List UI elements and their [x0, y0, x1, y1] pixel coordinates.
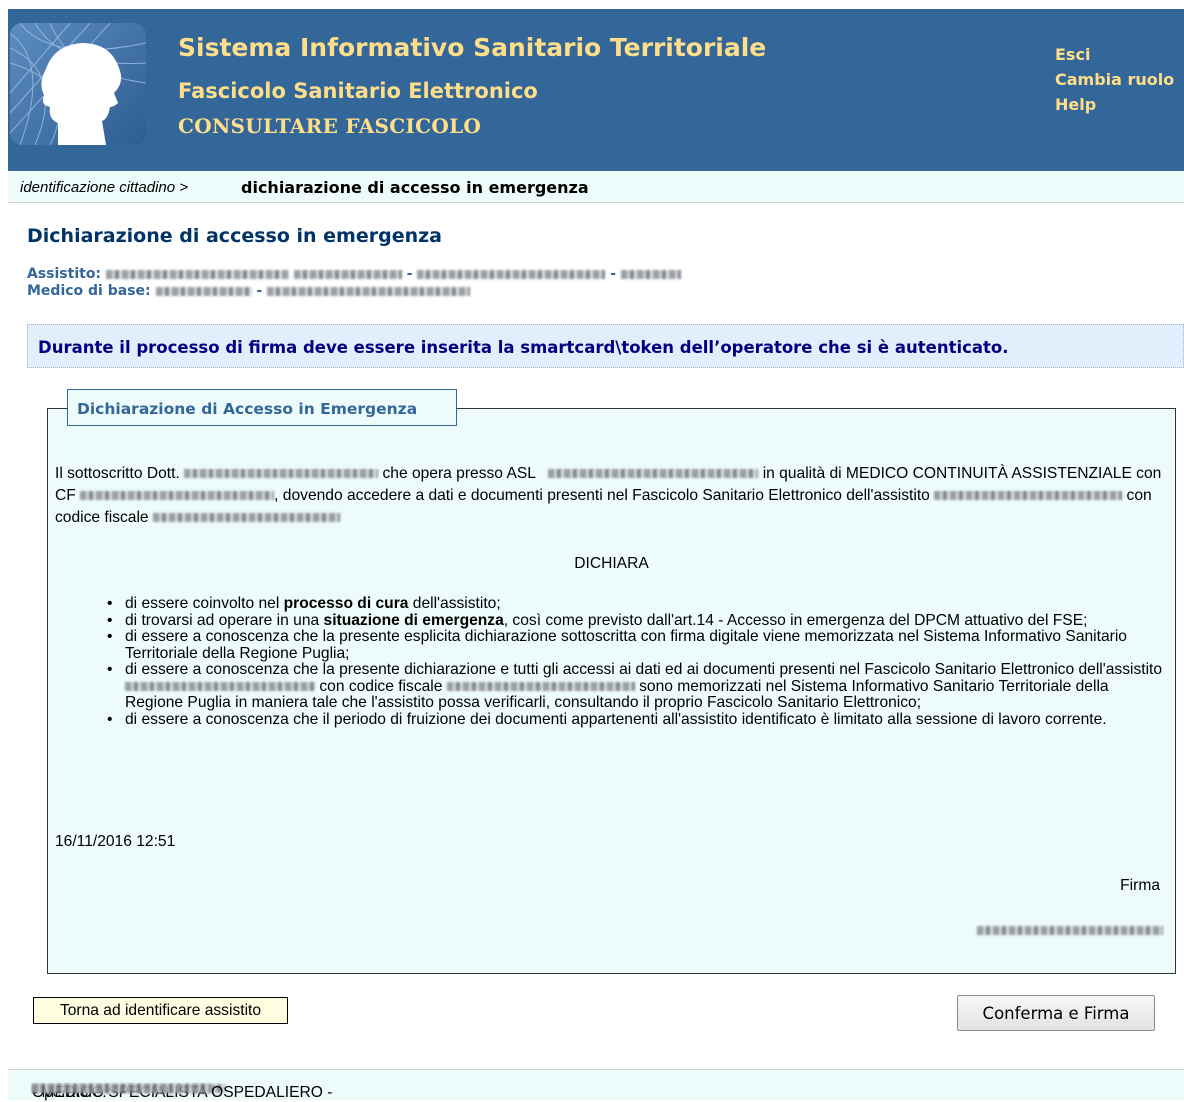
header-links: Esci Cambia ruolo Help — [1055, 42, 1174, 117]
breadcrumb-previous[interactable]: identificazione cittadino > — [20, 179, 188, 196]
redacted-name — [105, 269, 289, 279]
redacted-patient-name — [934, 491, 1123, 501]
help-link[interactable]: Help — [1055, 92, 1174, 117]
redacted-patient-cf — [446, 681, 635, 691]
redacted-birth — [620, 269, 681, 279]
signature-value — [977, 922, 1163, 940]
confirm-and-sign-button[interactable]: Conferma e Firma — [957, 995, 1155, 1031]
operator-footer: Operatore: - MEDICO SPECIALISTA OSPEDALI… — [8, 1069, 1184, 1101]
declaration-legend-text: Dichiarazione di Accesso in Emergenza — [77, 400, 418, 418]
redacted-operator-cf — [80, 491, 275, 501]
redacted-signature — [977, 926, 1163, 936]
redacted-surname — [293, 269, 402, 279]
logout-link[interactable]: Esci — [1055, 42, 1174, 67]
declaration-legend: Dichiarazione di Accesso in Emergenza — [67, 389, 457, 426]
patient-profile-logo-icon — [10, 23, 146, 145]
page-title: Dichiarazione di accesso in emergenza — [27, 225, 442, 247]
medico-label: Medico di base: — [27, 283, 151, 299]
module-title: CONSULTARE FASCICOLO — [178, 114, 482, 138]
assistito-label: Assistito: — [27, 266, 102, 282]
declaration-list: di essere coinvolto nel processo di cura… — [107, 595, 1167, 729]
list-item: di essere a conoscenza che il periodo di… — [107, 711, 1167, 729]
declaration-date: 16/11/2016 12:51 — [55, 833, 176, 850]
change-role-link[interactable]: Cambia ruolo — [1055, 67, 1174, 92]
redacted-operator-org — [32, 1084, 210, 1093]
redacted-doctor-code — [267, 286, 471, 296]
assistito-info: Assistito: - - — [27, 266, 681, 282]
declaration-paragraph: Il sottoscritto Dott. che opera presso A… — [55, 465, 1162, 526]
app-title: Sistema Informativo Sanitario Territoria… — [178, 33, 767, 62]
app-subtitle: Fascicolo Sanitario Elettronico — [178, 79, 538, 103]
declaration-heading: DICHIARA — [574, 555, 649, 572]
smartcard-notice: Durante il processo di firma deve essere… — [27, 324, 1184, 368]
redacted-asl — [548, 469, 759, 479]
redacted-doctor-name — [155, 286, 252, 296]
notice-text: Durante il processo di firma deve essere… — [38, 338, 1009, 357]
redacted-patient-name — [125, 681, 315, 691]
redacted-patient-cf — [152, 513, 340, 523]
medico-info: Medico di base: - — [27, 283, 471, 299]
breadcrumb-current: dichiarazione di accesso in emergenza — [241, 178, 589, 197]
list-item: di essere coinvolto nel processo di cura… — [107, 595, 1167, 613]
list-item: di trovarsi ad operare in una situazione… — [107, 612, 1167, 630]
breadcrumb: identificazione cittadino > dichiarazion… — [8, 171, 1184, 203]
list-item: di essere a conoscenza che la presente e… — [107, 628, 1167, 662]
redacted-fiscal-code — [417, 269, 606, 279]
signature-label: Firma — [1120, 877, 1160, 894]
list-item: di essere a conoscenza che la presente d… — [107, 661, 1167, 712]
redacted-operator-name — [184, 469, 379, 479]
app-header: Sistema Informativo Sanitario Territoria… — [8, 9, 1184, 171]
back-to-identify-button[interactable]: Torna ad identificare assistito — [33, 997, 288, 1024]
